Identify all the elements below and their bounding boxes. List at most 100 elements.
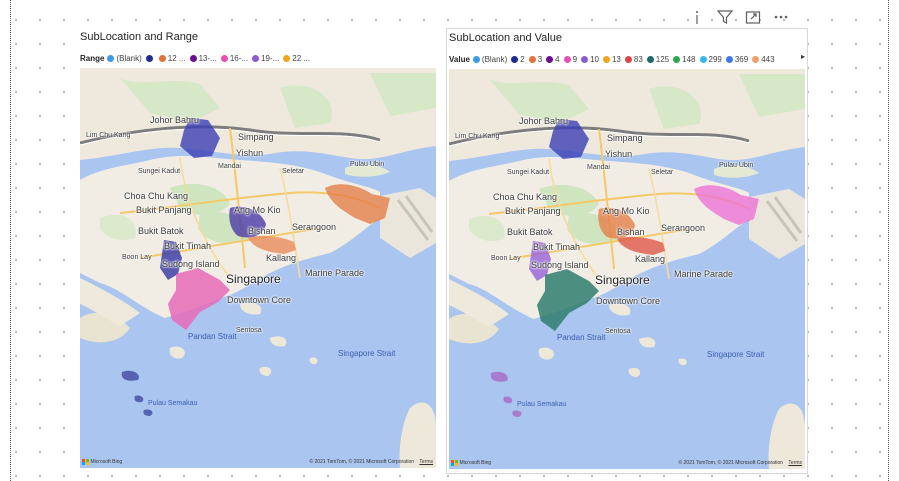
legend-label: (Blank) [116,53,142,63]
microsoft-logo-icon [451,459,458,466]
map-label-choa-chu-kang: Choa Chu Kang [124,191,189,201]
map-terms-link[interactable]: Terms [788,460,802,466]
map-label-marine-parade: Marine Parade [674,269,734,279]
legend-item[interactable]: 125 [646,54,670,64]
legend-marker-icon [699,55,707,63]
legend-item[interactable]: 16-... [220,54,248,63]
focus-mode-icon[interactable] [744,8,762,26]
legend-item[interactable] [145,54,155,62]
more-options-icon[interactable] [772,8,790,26]
map-visual-value[interactable]: SubLocation and Value Value (Blank) 2 3 4 9 1… [446,28,808,474]
legend-item[interactable]: 4 [546,54,560,64]
map-label-downtown-core: Downtown Core [227,295,292,305]
canvas-border-right [888,0,889,481]
filter-icon[interactable] [716,8,734,26]
map-label-mandai: Mandai [587,164,610,171]
map-label-pulau-ubin: Pulau Ubin [719,162,754,169]
map-copyright: © 2021 TomTom, © 2021 Microsoft Corporat… [678,460,783,466]
legend-label: 12 ... [167,53,186,63]
legend-item[interactable]: 22 ... [283,54,310,63]
visual-title: SubLocation and Value [449,32,562,44]
legend-marker-icon [546,55,554,63]
map-label-serangoon: Serangoon [661,223,706,233]
map-label-sungei-kadut: Sungei Kadut [138,168,181,175]
map-label-yishun: Yishun [236,148,264,158]
map-canvas[interactable]: Johor Bahru Lim Chu Kang Simpang Yishun Mand… [449,69,805,469]
map-visual-range[interactable]: SubLocation and Range Range (Blank) 12 ..… [78,28,438,474]
map-terms-link[interactable]: Terms [419,459,433,465]
map-label-pulau-semakau: Pulau Semakau [148,400,198,407]
microsoft-bing-logo: Microsoft Bing [82,458,123,465]
legend-marker-icon [602,55,610,63]
legend-label: 4 [555,54,560,64]
legend-item[interactable]: 10 [581,55,599,64]
map-copyright: © 2021 TomTom, © 2021 Microsoft Corporat… [309,459,414,465]
visual-header-toolbar [688,8,790,26]
legend-label: 443 [761,54,775,64]
map-label-downtown-core: Downtown Core [596,296,661,306]
legend-label: 13 [611,54,621,64]
legend-marker-icon [252,54,260,62]
legend-marker-icon [673,55,681,63]
map-provider-label: Microsoft Bing [90,458,123,465]
legend-item[interactable]: 443 [752,54,775,64]
legend: Range (Blank) 12 ... 13-... 16-... 19-... 22 … [80,51,314,65]
legend-marker-icon [581,55,589,63]
legend-label: 299 [708,54,722,64]
legend-item[interactable]: 83 [624,54,643,64]
legend-marker-icon [725,55,733,63]
legend-label: 13-... [198,53,217,63]
map-canvas[interactable]: Johor Bahru Lim Chu Kang Simpang Yishun Mand… [80,68,436,468]
legend-label: 3 [537,54,543,64]
map-label-singapore: Singapore [595,273,650,287]
map-label-bishan: Bishan [617,227,645,237]
map-label-pulau-ubin: Pulau Ubin [350,161,385,168]
info-icon[interactable] [688,8,706,26]
legend-item[interactable]: 3 [528,54,543,64]
legend-next-arrow[interactable]: ▸ [801,52,805,61]
map-label-mandai: Mandai [218,163,241,170]
canvas-border-left [10,0,11,481]
microsoft-bing-logo: Microsoft Bing [451,459,491,466]
map-label-singapore-strait: Singapore Strait [707,350,765,359]
map-label-sentosa: Sentosa [605,328,631,335]
legend-item[interactable]: 13 [602,54,621,64]
map-label-bukit-panjang: Bukit Panjang [505,206,561,216]
legend: Value (Blank) 2 3 4 9 10 13 83 125 148 299 369 443 [449,52,789,66]
legend-title: Value [449,54,470,64]
map-attribution-bar: Microsoft Bing © 2021 TomTom, © 2021 Mic… [80,456,436,468]
legend-marker-icon [511,55,519,63]
map-basemap [80,68,436,468]
map-label-marine-parade: Marine Parade [305,268,365,278]
legend-item[interactable]: 299 [699,54,722,64]
map-attribution-bar: Microsoft Bing © 2021 TomTom, © 2021 Mic… [449,457,805,469]
legend-item[interactable]: 12 ... [158,53,186,63]
legend-item[interactable]: 19-... [252,54,279,63]
legend-marker-icon [107,54,115,62]
legend-item[interactable]: 369 [725,54,749,64]
legend-label: 83 [633,54,643,64]
map-label-johor-bahru: Johor Bahru [150,115,200,125]
legend-marker-icon [563,55,571,63]
map-label-sungei-kadut: Sungei Kadut [507,169,550,176]
map-label-lim-chu-kang: Lim Chu Kang [86,132,131,139]
map-label-simpang: Simpang [238,132,274,142]
legend-item[interactable]: 148 [673,55,696,64]
map-label-singapore: Singapore [226,272,281,286]
map-label-sentosa: Sentosa [236,327,262,334]
map-label-serangoon: Serangoon [292,222,337,232]
legend-item[interactable]: 13-... [189,53,217,63]
legend-label: 369 [734,54,749,64]
map-label-choa-chu-kang: Choa Chu Kang [493,192,558,202]
map-label-johor-bahru: Johor Bahru [519,116,569,126]
map-label-pandan-strait: Pandan Strait [557,333,606,342]
legend-item[interactable]: (Blank) [107,53,142,63]
legend-label: 125 [655,54,670,64]
map-label-bukit-timah: Bukit Timah [164,241,212,251]
map-label-boon-lay: Boon Lay [491,255,521,262]
map-label-singapore-strait: Singapore Strait [338,349,396,358]
legend-item[interactable]: (Blank) [472,55,507,64]
legend-label: 2 [520,54,525,64]
legend-item[interactable]: 9 [563,55,577,64]
legend-item[interactable]: 2 [511,54,525,64]
